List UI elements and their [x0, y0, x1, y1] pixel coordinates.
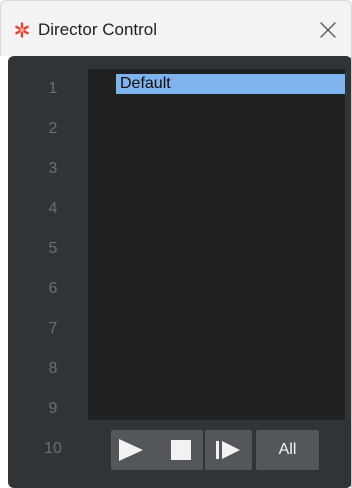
row-number[interactable]: 10 — [19, 429, 87, 469]
row-number[interactable]: 6 — [19, 269, 87, 309]
close-icon[interactable] — [317, 19, 339, 41]
director-control-window: Director Control 1 2 3 4 5 6 7 8 9 10 De… — [0, 0, 352, 488]
row-number[interactable]: 9 — [19, 389, 87, 429]
step-forward-icon — [216, 441, 240, 459]
row-number[interactable]: 7 — [19, 309, 87, 349]
red-asterisk-icon — [15, 22, 29, 38]
row-number[interactable]: 1 — [19, 69, 87, 109]
stop-icon — [171, 440, 191, 460]
all-button-label: All — [278, 441, 297, 458]
play-icon — [119, 439, 143, 461]
row-number[interactable]: 5 — [19, 229, 87, 269]
list-item-default[interactable]: Default — [116, 74, 345, 94]
play-button[interactable] — [111, 430, 203, 470]
director-list[interactable]: Default — [88, 69, 345, 420]
title-bar[interactable]: Director Control — [0, 0, 352, 56]
all-button[interactable]: All — [256, 430, 319, 470]
row-number[interactable]: 4 — [19, 189, 87, 229]
window-title: Director Control — [38, 20, 158, 39]
step-forward-button[interactable] — [205, 430, 252, 470]
row-number[interactable]: 2 — [19, 109, 87, 149]
row-number[interactable]: 3 — [19, 149, 87, 189]
row-number[interactable]: 8 — [19, 349, 87, 389]
